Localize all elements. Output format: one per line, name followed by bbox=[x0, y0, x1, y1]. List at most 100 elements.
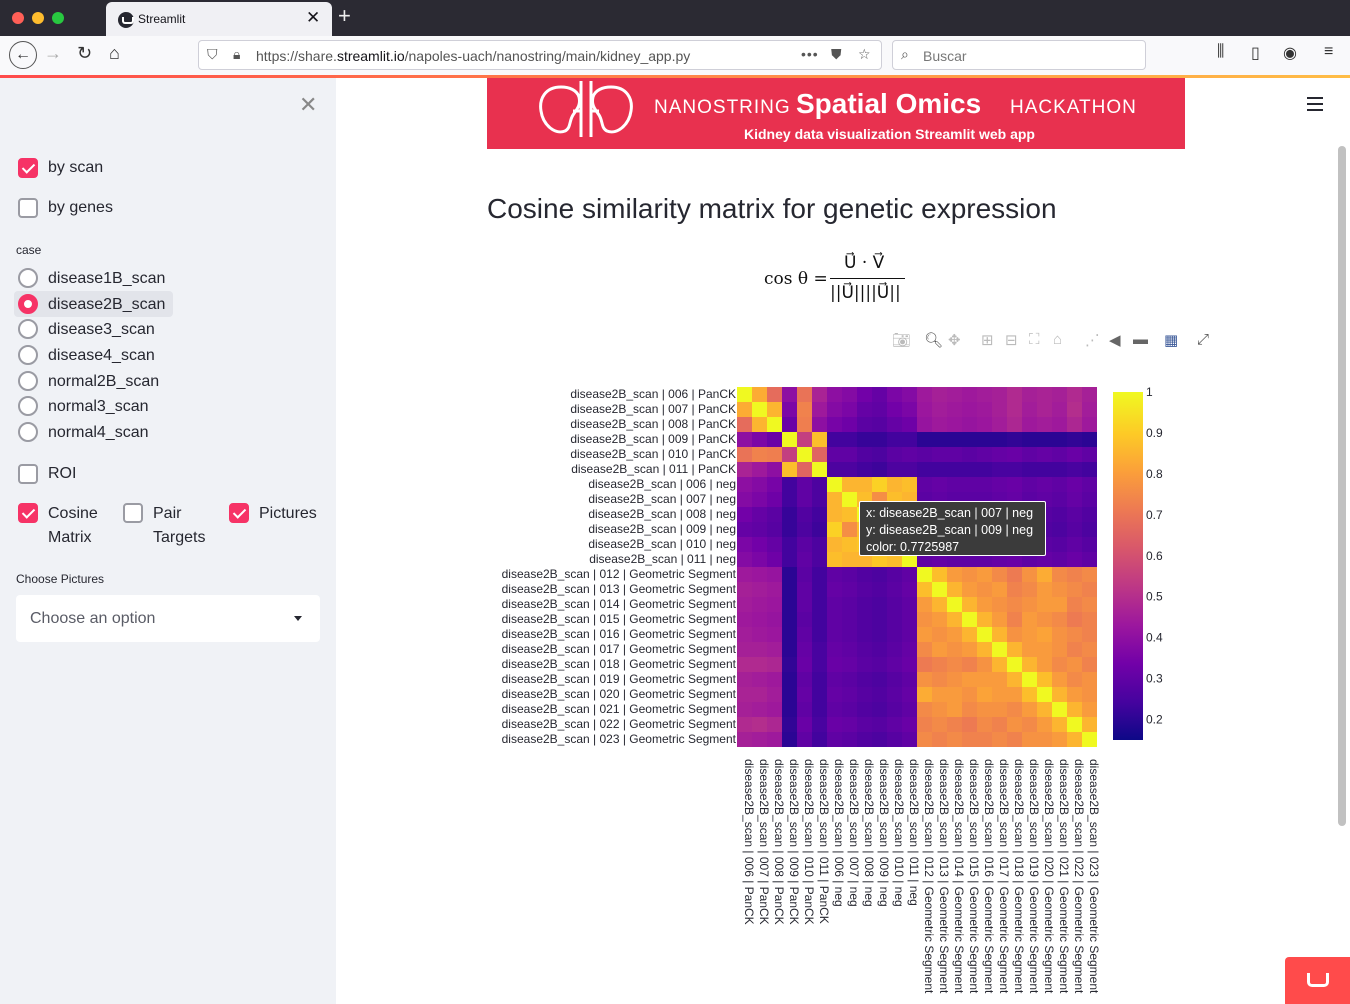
app-menu-icon[interactable] bbox=[1307, 97, 1323, 115]
heatmap-cell[interactable] bbox=[1052, 732, 1067, 747]
heatmap-cell[interactable] bbox=[917, 387, 932, 402]
heatmap-cell[interactable] bbox=[932, 462, 947, 477]
heatmap-cell[interactable] bbox=[752, 627, 767, 642]
heatmap-cell[interactable] bbox=[1007, 657, 1022, 672]
heatmap-cell[interactable] bbox=[992, 432, 1007, 447]
heatmap-cell[interactable] bbox=[1022, 387, 1037, 402]
heatmap-cell[interactable] bbox=[1052, 537, 1067, 552]
heatmap-cell[interactable] bbox=[842, 687, 857, 702]
heatmap-cell[interactable] bbox=[812, 717, 827, 732]
heatmap-cell[interactable] bbox=[932, 642, 947, 657]
heatmap-cell[interactable] bbox=[812, 657, 827, 672]
heatmap-cell[interactable] bbox=[782, 627, 797, 642]
heatmap-cell[interactable] bbox=[902, 717, 917, 732]
heatmap-cell[interactable] bbox=[947, 477, 962, 492]
heatmap-cell[interactable] bbox=[977, 432, 992, 447]
heatmap-cell[interactable] bbox=[752, 567, 767, 582]
heatmap-cell[interactable] bbox=[962, 582, 977, 597]
heatmap-cell[interactable] bbox=[932, 582, 947, 597]
heatmap-cell[interactable] bbox=[857, 717, 872, 732]
heatmap-cell[interactable] bbox=[782, 612, 797, 627]
heatmap-cell[interactable] bbox=[857, 672, 872, 687]
heatmap-cell[interactable] bbox=[857, 732, 872, 747]
heatmap-cell[interactable] bbox=[1037, 597, 1052, 612]
heatmap-cell[interactable] bbox=[887, 582, 902, 597]
heatmap-cell[interactable] bbox=[962, 642, 977, 657]
heatmap-cell[interactable] bbox=[917, 627, 932, 642]
heatmap-cell[interactable] bbox=[1082, 477, 1097, 492]
heatmap-cell[interactable] bbox=[917, 447, 932, 462]
heatmap-cell[interactable] bbox=[962, 402, 977, 417]
heatmap-cell[interactable] bbox=[992, 462, 1007, 477]
heatmap-cell[interactable] bbox=[842, 402, 857, 417]
radio-label[interactable]: disease4_scan bbox=[48, 347, 155, 365]
heatmap-cell[interactable] bbox=[887, 612, 902, 627]
heatmap-cell[interactable] bbox=[962, 447, 977, 462]
heatmap-cell[interactable] bbox=[782, 477, 797, 492]
heatmap-cell[interactable] bbox=[782, 537, 797, 552]
heatmap-cell[interactable] bbox=[887, 477, 902, 492]
heatmap-cell[interactable] bbox=[827, 522, 842, 537]
reload-icon[interactable]: ↻ bbox=[77, 43, 92, 64]
heatmap-cell[interactable] bbox=[857, 462, 872, 477]
heatmap-cell[interactable] bbox=[947, 657, 962, 672]
heatmap-cell[interactable] bbox=[962, 477, 977, 492]
heatmap-cell[interactable] bbox=[887, 642, 902, 657]
heatmap-cell[interactable] bbox=[1022, 402, 1037, 417]
heatmap-cell[interactable] bbox=[1082, 537, 1097, 552]
heatmap-cell[interactable] bbox=[917, 567, 932, 582]
heatmap-cell[interactable] bbox=[872, 642, 887, 657]
heatmap-cell[interactable] bbox=[932, 672, 947, 687]
heatmap-cell[interactable] bbox=[857, 447, 872, 462]
heatmap-cell[interactable] bbox=[872, 402, 887, 417]
heatmap-cell[interactable] bbox=[797, 627, 812, 642]
heatmap-cell[interactable] bbox=[977, 627, 992, 642]
heatmap-cell[interactable] bbox=[782, 702, 797, 717]
heatmap-cell[interactable] bbox=[1052, 402, 1067, 417]
heatmap-cell[interactable] bbox=[1037, 657, 1052, 672]
heatmap-cell[interactable] bbox=[752, 507, 767, 522]
heatmap-cell[interactable] bbox=[917, 402, 932, 417]
plotly-logo-icon[interactable]: ▦ bbox=[1164, 331, 1178, 349]
heatmap-cell[interactable] bbox=[857, 477, 872, 492]
heatmap-cell[interactable] bbox=[1037, 432, 1052, 447]
heatmap-cell[interactable] bbox=[977, 687, 992, 702]
radio-label[interactable]: disease2B_scan bbox=[48, 296, 165, 314]
heatmap-cell[interactable] bbox=[932, 627, 947, 642]
heatmap-cell[interactable] bbox=[812, 642, 827, 657]
heatmap-cell[interactable] bbox=[992, 387, 1007, 402]
heatmap-cell[interactable] bbox=[992, 447, 1007, 462]
heatmap-cell[interactable] bbox=[947, 402, 962, 417]
radio-label[interactable]: normal2B_scan bbox=[48, 373, 159, 391]
heatmap-cell[interactable] bbox=[812, 507, 827, 522]
heatmap-cell[interactable] bbox=[827, 612, 842, 627]
heatmap-cell[interactable] bbox=[1067, 492, 1082, 507]
heatmap-cell[interactable] bbox=[917, 417, 932, 432]
heatmap-cell[interactable] bbox=[872, 582, 887, 597]
heatmap-cell[interactable] bbox=[797, 447, 812, 462]
heatmap-cell[interactable] bbox=[977, 732, 992, 747]
heatmap-cell[interactable] bbox=[1082, 447, 1097, 462]
heatmap-cell[interactable] bbox=[962, 432, 977, 447]
heatmap-cell[interactable] bbox=[1037, 717, 1052, 732]
heatmap-cell[interactable] bbox=[1052, 612, 1067, 627]
page-scrollbar[interactable] bbox=[1338, 146, 1346, 826]
heatmap-cell[interactable] bbox=[1067, 702, 1082, 717]
heatmap-cell[interactable] bbox=[752, 642, 767, 657]
heatmap-cell[interactable] bbox=[917, 597, 932, 612]
heatmap-cell[interactable] bbox=[812, 567, 827, 582]
heatmap-cell[interactable] bbox=[1022, 567, 1037, 582]
heatmap-cell[interactable] bbox=[1082, 642, 1097, 657]
heatmap-cell[interactable] bbox=[872, 627, 887, 642]
heatmap-cell[interactable] bbox=[1022, 657, 1037, 672]
heatmap-cell[interactable] bbox=[812, 612, 827, 627]
heatmap-cell[interactable] bbox=[1067, 537, 1082, 552]
heatmap-cell[interactable] bbox=[977, 717, 992, 732]
heatmap-cell[interactable] bbox=[842, 642, 857, 657]
heatmap-cell[interactable] bbox=[1067, 567, 1082, 582]
heatmap-cell[interactable] bbox=[872, 597, 887, 612]
heatmap-cell[interactable] bbox=[1037, 447, 1052, 462]
heatmap-cell[interactable] bbox=[737, 642, 752, 657]
heatmap-cell[interactable] bbox=[992, 612, 1007, 627]
heatmap-cell[interactable] bbox=[1067, 552, 1082, 567]
